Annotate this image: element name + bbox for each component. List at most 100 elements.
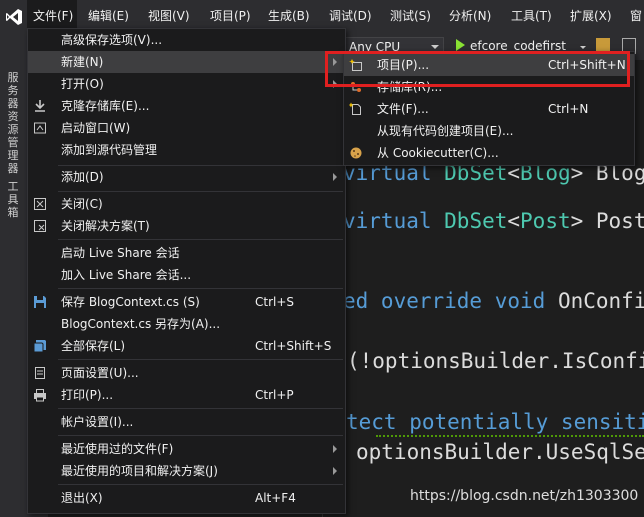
menu-item-label: 最近使用过的文件(F)	[61, 442, 174, 456]
menu-item-shortcut: Ctrl+Shift+S	[255, 339, 332, 353]
menu-item-label: 全部保存(L)	[61, 339, 126, 353]
menu-window[interactable]: 窗	[630, 0, 642, 33]
code-token: Post	[520, 209, 571, 233]
menu-item-shortcut: Alt+F4	[255, 491, 296, 505]
tool-window-sidebar: 服务器资源管理器 工具箱	[0, 33, 26, 517]
menu-item-label: 页面设置(U)...	[61, 366, 139, 380]
menu-item-new[interactable]: 新建(N)	[28, 51, 345, 73]
code-token: <	[507, 209, 521, 233]
menu-item-label: BlogContext.cs 另存为(A)...	[61, 317, 221, 331]
menu-item-label: 添加(D)	[61, 170, 104, 184]
menu-item-save[interactable]: 保存 BlogContext.cs (S) Ctrl+S	[28, 291, 345, 313]
menu-item-label: 打印(P)...	[61, 388, 114, 402]
menu-separator	[58, 484, 343, 485]
menu-item-label: 帐户设置(I)...	[61, 415, 134, 429]
run-target-chevron-icon[interactable]	[580, 46, 586, 49]
save-icon	[33, 295, 47, 309]
menu-separator	[58, 408, 343, 409]
menu-item-label: 加入 Live Share 会话...	[61, 268, 192, 282]
code-token: OnConfi	[557, 289, 644, 313]
menu-separator	[58, 191, 343, 192]
menu-item-advanced-save[interactable]: 高级保存选项(V)...	[28, 29, 345, 51]
menu-window-label: 窗	[630, 9, 643, 23]
menu-debug-label: 调试(D)	[329, 9, 372, 23]
menu-separator	[58, 239, 343, 240]
submenu-arrow-icon	[333, 445, 337, 453]
toolbox-label: 工具箱	[7, 180, 19, 219]
menu-tools[interactable]: 工具(T)	[511, 0, 552, 33]
server-explorer-tab[interactable]: 服务器资源管理器	[0, 71, 26, 175]
code-token: tect potentially sensiti	[346, 410, 644, 434]
menu-item-label: 克隆存储库(E)...	[61, 99, 150, 113]
menu-item-close[interactable]: 关闭(C)	[28, 193, 345, 215]
menu-view-label: 视图(V)	[148, 9, 190, 23]
menu-item-open[interactable]: 打开(O)	[28, 73, 345, 95]
menu-item-shortcut: Ctrl+P	[255, 388, 294, 402]
menu-tools-label: 工具(T)	[511, 9, 552, 23]
menu-item-exit[interactable]: 退出(X) Alt+F4	[28, 487, 345, 509]
menu-analyze[interactable]: 分析(N)	[449, 0, 491, 33]
highlight-annotation-box	[325, 51, 630, 87]
cookiecutter-icon	[349, 146, 363, 160]
submenu-item-from-cookiecutter[interactable]: 从 Cookiecutter(C)...	[344, 142, 634, 164]
menu-item-start-live-share[interactable]: 启动 Live Share 会话	[28, 242, 345, 264]
menu-item-add[interactable]: 添加(D)	[28, 166, 345, 188]
menu-item-label: 启动 Live Share 会话	[61, 246, 180, 260]
code-token: optionsBuilder.UseSqlSe	[356, 440, 644, 464]
chevron-down-icon	[431, 45, 439, 49]
file-menu: 高级保存选项(V)... 新建(N) 打开(O) 克隆存储库(E)... 启动窗…	[27, 28, 346, 514]
code-token: virtual	[343, 209, 445, 233]
menu-project-label: 项目(P)	[210, 9, 251, 23]
submenu-arrow-icon	[333, 467, 337, 475]
menu-item-recent-projects[interactable]: 最近使用的项目和解决方案(J)	[28, 460, 345, 482]
menu-item-start-window[interactable]: 启动窗口(W)	[28, 117, 345, 139]
menu-build-label: 生成(B)	[268, 9, 310, 23]
menu-item-label: 高级保存选项(V)...	[61, 33, 163, 47]
menu-item-page-setup[interactable]: 页面设置(U)...	[28, 362, 345, 384]
menu-item-label: 启动窗口(W)	[61, 121, 131, 135]
menu-item-save-all[interactable]: 全部保存(L) Ctrl+Shift+S	[28, 335, 345, 357]
code-line-3[interactable]: ed override void OnConfi	[343, 289, 644, 313]
menu-item-add-source-control[interactable]: 添加到源代码管理	[28, 139, 345, 161]
menu-item-label: 添加到源代码管理	[61, 143, 158, 157]
close-icon	[33, 197, 47, 211]
code-token: ed override void	[343, 289, 558, 313]
menu-extensions-label: 扩展(X)	[570, 9, 612, 23]
menu-item-close-solution[interactable]: 关闭解决方案(T)	[28, 215, 345, 237]
toolbox-tab[interactable]: 工具箱	[0, 180, 26, 219]
menu-item-save-as[interactable]: BlogContext.cs 另存为(A)...	[28, 313, 345, 335]
visual-studio-logo-icon[interactable]	[0, 0, 28, 33]
code-line-4[interactable]: (!optionsBuilder.IsConfi	[347, 349, 644, 373]
menu-item-label: 退出(X)	[61, 491, 103, 505]
menu-test[interactable]: 测试(S)	[390, 0, 431, 33]
printer-icon	[33, 388, 47, 402]
menu-separator	[58, 288, 343, 289]
close-solution-icon	[33, 219, 47, 233]
save-all-icon	[33, 339, 47, 353]
menu-item-recent-files[interactable]: 最近使用过的文件(F)	[28, 438, 345, 460]
server-explorer-label: 服务器资源管理器	[7, 71, 19, 175]
code-line-2[interactable]: virtual DbSet<Post> Post	[343, 209, 644, 233]
menu-file-label: 文件(F)	[33, 9, 74, 23]
code-line-5[interactable]: tect potentially sensiti	[346, 410, 644, 434]
run-icon[interactable]	[456, 39, 465, 51]
menu-edit-label: 编辑(E)	[88, 9, 129, 23]
menu-item-label: 关闭解决方案(T)	[61, 219, 150, 233]
menu-item-print[interactable]: 打印(P)... Ctrl+P	[28, 384, 345, 406]
menu-item-clone-repo[interactable]: 克隆存储库(E)...	[28, 95, 345, 117]
submenu-item-project-from-existing-code[interactable]: 从现有代码创建项目(E)...	[344, 120, 634, 142]
menu-item-label: 最近使用的项目和解决方案(J)	[61, 464, 218, 478]
menu-item-label: 关闭(C)	[61, 197, 103, 211]
code-token: DbSet	[444, 209, 508, 233]
code-line-6[interactable]: optionsBuilder.UseSqlSe	[356, 440, 644, 464]
menu-item-shortcut: Ctrl+S	[255, 295, 295, 309]
menu-item-join-live-share[interactable]: 加入 Live Share 会话...	[28, 264, 345, 286]
menu-analyze-label: 分析(N)	[449, 9, 492, 23]
watermark-text: https://blog.csdn.net/zh1303300	[410, 488, 639, 504]
submenu-item-new-file[interactable]: 文件(F)... Ctrl+N	[344, 98, 634, 120]
code-token: > Post	[570, 209, 644, 233]
menu-item-account-settings[interactable]: 帐户设置(I)...	[28, 411, 345, 433]
menu-item-label: 打开(O)	[61, 77, 104, 91]
menu-item-label: 新建(N)	[61, 55, 104, 69]
menu-extensions[interactable]: 扩展(X)	[570, 0, 612, 33]
